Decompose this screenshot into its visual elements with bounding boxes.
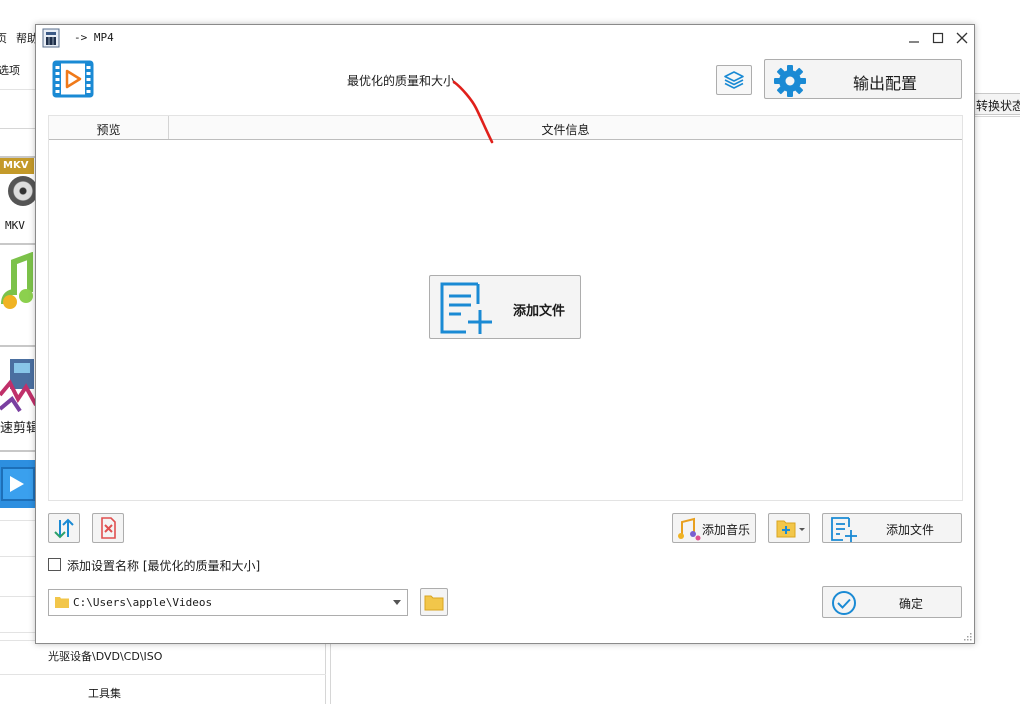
music-tile-icon[interactable] (0, 252, 36, 312)
divider (0, 596, 36, 597)
maximize-icon (932, 32, 944, 44)
folder-icon (424, 595, 444, 611)
add-file-center-button[interactable]: 添加文件 (429, 275, 581, 339)
add-music-button[interactable]: 添加音乐 (672, 513, 756, 543)
divider (330, 640, 331, 704)
sort-icon (54, 518, 74, 539)
browse-folder-button[interactable] (420, 588, 448, 616)
layers-icon (724, 71, 744, 89)
output-config-button[interactable]: 输出配置 (764, 59, 962, 99)
add-file-icon (440, 282, 492, 334)
add-setting-name-checkbox[interactable] (48, 558, 61, 571)
divider (0, 632, 36, 633)
close-button[interactable] (950, 27, 974, 49)
column-header-preview[interactable]: 预览 (49, 116, 169, 139)
quick-edit-label[interactable]: 速剪辑 (0, 417, 39, 436)
profile-layers-button[interactable] (716, 65, 752, 95)
menu-item[interactable]: 页 (0, 30, 7, 46)
sidebar-item-label: 光驱设备\DVD\CD\ISO (48, 650, 163, 663)
divider (975, 116, 1020, 117)
divider (0, 450, 36, 452)
close-icon (956, 32, 968, 44)
add-file-button[interactable]: 添加文件 (822, 513, 962, 543)
folder-icon (55, 597, 69, 608)
options-button[interactable]: 选项 (0, 62, 20, 78)
tab-conversion-status[interactable]: 转换状态 (972, 93, 1020, 115)
video-logo-icon (52, 60, 94, 98)
minimize-icon (909, 41, 919, 43)
disc-icon (8, 176, 38, 206)
menu-bar: 页 帮助 (0, 24, 40, 46)
divider (0, 345, 36, 347)
delete-icon (101, 517, 116, 539)
sidebar-item-label: 工具集 (88, 687, 121, 700)
add-file-icon (831, 517, 857, 542)
chevron-down-icon (393, 600, 401, 605)
convert-dialog: -> MP4 最优化的质量和大小 输出配置 预览 文件信息 添加文件 添加音乐 … (35, 24, 975, 644)
remove-file-button[interactable] (92, 513, 124, 543)
add-music-label: 添加音乐 (702, 523, 751, 537)
edit-tile-icon[interactable] (0, 355, 36, 415)
sort-button[interactable] (48, 513, 80, 543)
folder-add-icon (776, 520, 805, 538)
mkv-badge: MKV (0, 158, 34, 174)
ok-check-icon (832, 591, 856, 615)
maximize-button[interactable] (926, 27, 950, 49)
ok-label: 确定 (899, 597, 924, 611)
music-icon (678, 517, 701, 541)
output-folder-path: C:\Users\apple\Videos (73, 596, 213, 609)
output-config-label: 输出配置 (853, 74, 918, 93)
title-bar[interactable]: -> MP4 (36, 25, 974, 51)
profile-title: 最优化的质量和大小 (347, 74, 456, 88)
column-header-file-info[interactable]: 文件信息 (169, 116, 962, 139)
minimize-button[interactable] (902, 27, 926, 49)
sidebar-bottom: 光驱设备\DVD\CD\ISO 工具集 (0, 640, 326, 704)
divider (0, 556, 36, 557)
resize-grip-icon[interactable] (962, 631, 972, 641)
file-list-header: 预览 文件信息 (49, 116, 962, 140)
add-folder-button[interactable] (768, 513, 810, 543)
add-file-center-label: 添加文件 (513, 304, 566, 319)
gear-icon (774, 65, 806, 97)
ok-button[interactable]: 确定 (822, 586, 962, 618)
mkv-label[interactable]: MKV (5, 219, 25, 232)
window-title: -> MP4 (74, 31, 114, 44)
divider (0, 243, 36, 245)
add-file-label: 添加文件 (886, 523, 935, 537)
sidebar-item-optical[interactable]: 光驱设备\DVD\CD\ISO (0, 640, 326, 674)
output-folder-select[interactable]: C:\Users\apple\Videos (48, 589, 408, 616)
sidebar-item-tools[interactable]: 工具集 (0, 674, 326, 708)
video-tile-icon[interactable] (0, 460, 36, 508)
add-setting-name-label[interactable]: 添加设置名称 [最优化的质量和大小] (67, 557, 260, 574)
toolbar: 选项 (0, 50, 40, 90)
app-icon (42, 28, 60, 48)
divider (0, 520, 36, 521)
